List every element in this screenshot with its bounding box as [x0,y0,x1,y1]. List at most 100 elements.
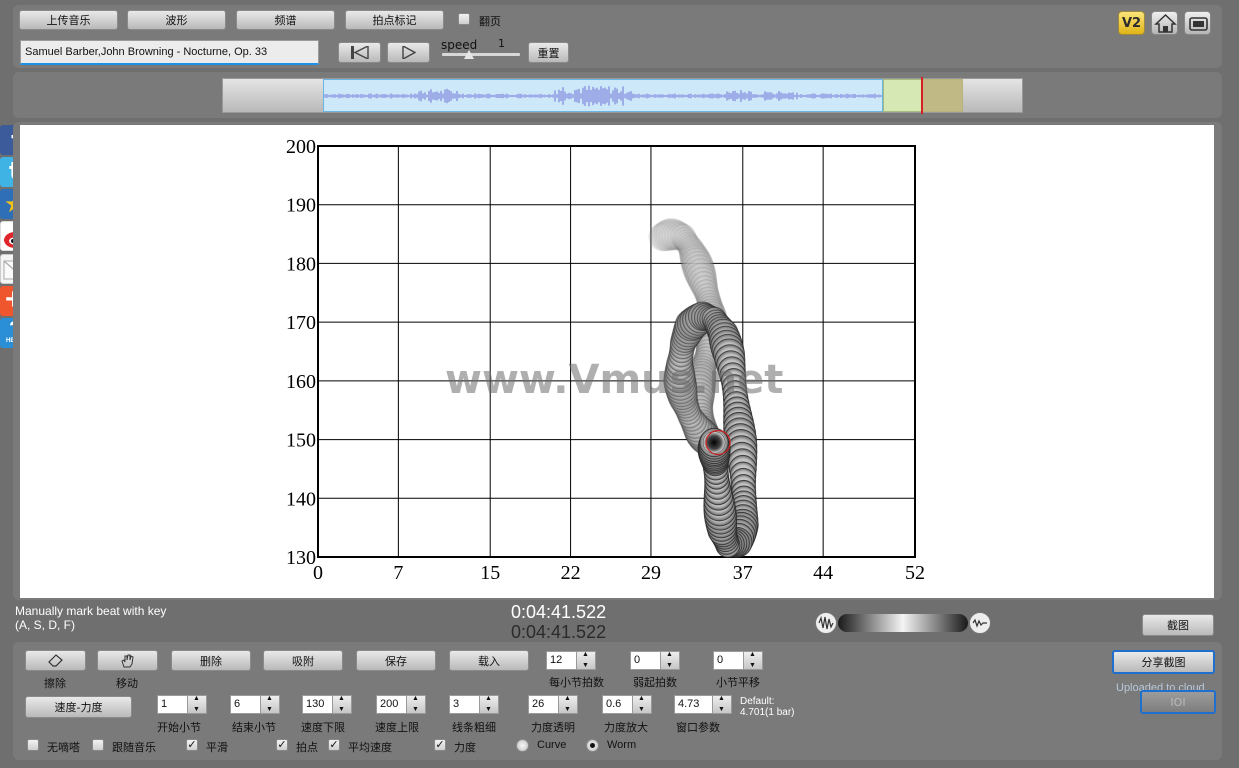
home-button[interactable] [1151,11,1178,35]
erase-button[interactable] [25,650,86,671]
y-tick-label: 130 [286,547,316,569]
y-tick-label: 190 [286,195,316,217]
erase-label: 擦除 [44,677,66,690]
plot-border [317,145,916,558]
page-turn-label: 翻页 [479,15,501,28]
y-tick-label: 180 [286,253,316,275]
spectrum-button[interactable]: 频谱 [236,10,335,30]
start-bar-stepper[interactable]: 1 [157,695,207,714]
metronome-checkbox[interactable] [27,739,39,751]
screenshot-button[interactable]: 截图 [1142,614,1214,636]
v2-label: V2 [1121,15,1142,31]
y-tick-label: 150 [286,430,316,452]
instruction-line1: Manually mark beat with key [15,604,167,618]
page-turn-checkbox[interactable] [458,13,470,25]
skip-back-icon [350,46,369,59]
follow-music-checkbox[interactable] [92,739,104,751]
speed-slider-thumb[interactable] [464,50,475,59]
rewind-button[interactable] [338,42,381,63]
end-bar-label: 结束小节 [232,721,276,734]
line-width-label: 线条粗细 [452,721,496,734]
x-tick-label: 29 [641,562,661,584]
end-bar-stepper[interactable]: 6 [230,695,280,714]
window-stepper[interactable]: 4.73 [674,695,732,714]
dynamics-checkbox[interactable]: ✓ [434,739,446,751]
move-button[interactable] [97,650,158,671]
line-width-stepper[interactable]: 3 [449,695,499,714]
waveform-button[interactable]: 波形 [127,10,226,30]
x-tick-label: 15 [480,562,500,584]
default-value: 4.701(1 bar) [740,707,795,718]
reset-button[interactable]: 重置 [528,42,569,63]
window-icon [1189,17,1208,31]
upload-music-button[interactable]: 上传音乐 [19,10,118,30]
x-tick-label: 37 [733,562,753,584]
beats-label: 拍点 [296,741,318,754]
tempo-min-label: 速度下限 [301,721,345,734]
y-tick-label: 170 [286,312,316,334]
total-time: 0:04:41.522 [511,622,607,642]
snap-button[interactable]: 吸附 [263,650,343,671]
x-tick-label: 7 [393,562,403,584]
worm-label: Worm [607,739,637,751]
speed-slider[interactable] [442,50,520,59]
bar-offset-label: 小节平移 [716,676,760,689]
chart-canvas[interactable]: 0 7 15 22 29 37 44 52 130 140 150 160 170 180 190 200 ww… [20,125,1214,598]
x-tick-label: 44 [813,562,833,584]
tempo-min-stepper[interactable]: 130 [302,695,352,714]
fullscreen-button[interactable] [1184,11,1211,35]
bar-offset-stepper[interactable]: 0 [713,651,763,670]
worm-radio-dot [590,743,595,748]
avg-tempo-checkbox[interactable]: ✓ [328,739,340,751]
y-tick-label: 200 [286,136,316,158]
pickup-stepper[interactable]: 0 [630,651,680,670]
start-bar-label: 开始小节 [157,721,201,734]
hand-icon [120,654,134,667]
beats-checkbox[interactable]: ✓ [276,739,288,751]
smooth-checkbox[interactable]: ✓ [186,739,198,751]
worm-radio[interactable] [586,739,599,752]
share-screenshot-button[interactable]: 分享截图 [1112,650,1215,674]
eraser-icon [47,654,63,667]
metronome-label: 无嘀嗒 [47,741,80,754]
dyn-scale-stepper[interactable]: 0.6 [602,695,652,714]
home-icon [1154,13,1177,33]
follow-music-label: 跟随音乐 [112,741,156,754]
waveform-track[interactable] [222,77,1023,114]
x-tick-label: 22 [561,562,581,584]
play-button[interactable] [387,42,430,63]
move-label: 移动 [116,677,138,690]
avg-tempo-label: 平均速度 [348,741,392,754]
x-tick-label: 52 [905,562,925,584]
window-label: 窗口参数 [676,721,720,734]
tempo-max-stepper[interactable]: 200 [376,695,426,714]
dynamics-gradient-bar [838,614,968,632]
track-title-text: Samuel Barber,John Browning - Nocturne, … [25,46,268,58]
playhead-marker[interactable] [921,77,923,114]
mode-button[interactable]: 速度-力度 [25,696,132,718]
y-tick-label: 140 [286,488,316,510]
delete-button[interactable]: 删除 [171,650,251,671]
save-button[interactable]: 保存 [356,650,436,671]
dynamics-meter [815,612,991,634]
pickup-label: 弱起拍数 [633,676,677,689]
dyn-alpha-label: 力度透明 [531,721,575,734]
load-button[interactable]: 载入 [449,650,529,671]
play-icon [401,46,416,59]
current-time: 0:04:41.522 [511,602,607,622]
ioi-button[interactable]: IOI [1140,690,1216,714]
dynamics-label: 力度 [454,741,476,754]
dyn-alpha-stepper[interactable]: 26 [528,695,578,714]
beats-per-bar-stepper[interactable]: 12 [546,651,596,670]
tempo-dynamics-chart[interactable]: 0 7 15 22 29 37 44 52130140150160170180190200ww… [20,125,1214,598]
track-title-field[interactable]: Samuel Barber,John Browning - Nocturne, … [20,40,319,65]
beat-mark-button[interactable]: 拍点标记 [345,10,444,30]
y-tick-label: 160 [286,371,316,393]
wave-left-icon [815,612,837,634]
instruction-line2: (A, S, D, F) [15,618,75,632]
watermark-text: www.Vmus.net [445,357,783,403]
tempo-max-label: 速度上限 [375,721,419,734]
speed-value: 1 [498,37,505,50]
curve-radio[interactable] [516,739,529,752]
v2-badge[interactable]: V2 [1118,11,1145,35]
